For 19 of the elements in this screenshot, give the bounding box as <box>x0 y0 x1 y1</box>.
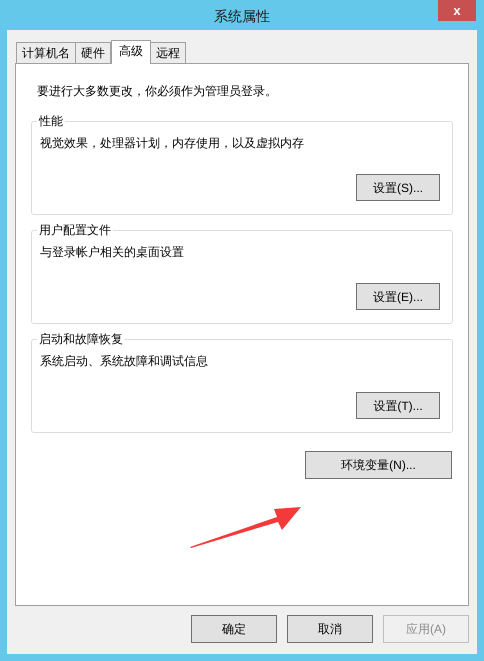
settings-button[interactable]: 设置(S)... <box>356 174 440 201</box>
notice-text: 要进行大多数更改，你必须作为管理员登录。 <box>36 83 278 100</box>
close-button[interactable]: x <box>438 0 476 21</box>
tab[interactable]: 高级 <box>111 40 151 64</box>
tab[interactable]: 硬件 <box>75 42 111 63</box>
group-title: 性能 <box>38 113 64 130</box>
dialog-button[interactable]: 取消 <box>287 615 373 643</box>
group-title: 用户配置文件 <box>38 222 112 239</box>
window-title: 系统属性 <box>214 7 270 26</box>
dialog-button[interactable]: 确定 <box>191 615 277 643</box>
group-description: 系统启动、系统故障和调试信息 <box>40 353 209 370</box>
environment-variables-button[interactable]: 环境变量(N)... <box>305 451 452 479</box>
group-title: 启动和故障恢复 <box>38 331 124 348</box>
settings-button[interactable]: 设置(T)... <box>356 392 440 419</box>
group-description: 视觉效果，处理器计划，内存使用，以及虚拟内存 <box>40 135 305 152</box>
settings-button[interactable]: 设置(E)... <box>356 283 440 310</box>
group-description: 与登录帐户相关的桌面设置 <box>40 244 185 261</box>
tab[interactable]: 远程 <box>150 42 186 63</box>
tab[interactable]: 计算机名 <box>16 42 76 63</box>
